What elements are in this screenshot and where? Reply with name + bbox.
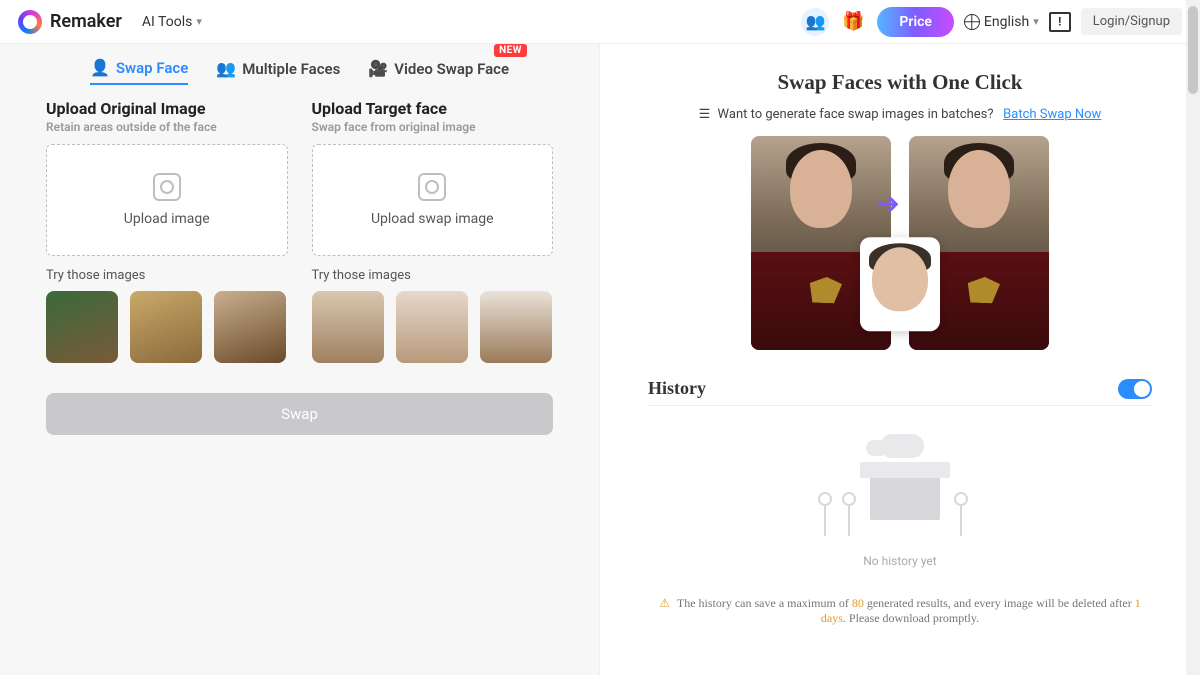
chevron-down-icon: ▾ (1033, 15, 1039, 28)
header: Remaker AI Tools ▾ 👥 🎁 Price English ▾ L… (0, 0, 1200, 44)
sample-thumb[interactable] (214, 291, 286, 363)
right-title: Swap Faces with One Click (600, 70, 1200, 95)
batch-swap-link[interactable]: Batch Swap Now (1003, 107, 1101, 122)
sample-thumb[interactable] (130, 291, 202, 363)
globe-icon (964, 14, 980, 30)
people-icon: 👥 (216, 59, 236, 78)
history-title: History (648, 378, 706, 399)
login-button[interactable]: Login/Signup (1081, 8, 1182, 35)
gift-icon[interactable]: 🎁 (839, 8, 867, 36)
history-toggle[interactable] (1118, 379, 1152, 399)
history-note: ⚠ The history can save a maximum of 80 g… (648, 596, 1152, 626)
dropzone-label: Upload image (124, 211, 210, 227)
community-icon[interactable]: 👥 (801, 8, 829, 36)
dropzone-target[interactable]: Upload swap image (312, 144, 554, 256)
feedback-icon[interactable] (1049, 12, 1071, 32)
tab-label: Video Swap Face (394, 60, 509, 78)
panel-title: Upload Original Image (46, 99, 288, 118)
ai-tools-dropdown[interactable]: AI Tools ▾ (142, 14, 202, 30)
sample-thumb[interactable] (480, 291, 552, 363)
header-right: 👥 🎁 Price English ▾ Login/Signup (801, 7, 1182, 37)
sample-thumb[interactable] (312, 291, 384, 363)
swap-button[interactable]: Swap (46, 393, 553, 435)
batch-text: Want to generate face swap images in bat… (718, 107, 994, 122)
upload-icon (153, 173, 181, 201)
empty-illustration (810, 434, 990, 544)
history-header: History (648, 378, 1152, 406)
sample-thumb[interactable] (46, 291, 118, 363)
sample-thumb[interactable] (396, 291, 468, 363)
logo-icon (18, 10, 42, 34)
tab-swap-face[interactable]: 👤 Swap Face (90, 58, 188, 85)
no-history-text: No history yet (863, 554, 936, 568)
sample-thumbs-original (46, 291, 288, 363)
scrollbar-thumb[interactable] (1188, 6, 1198, 94)
batch-prompt: ☰ Want to generate face swap images in b… (600, 107, 1200, 122)
panel-target: Upload Target face Swap face from origin… (312, 99, 554, 363)
upload-panels: Upload Original Image Retain areas outsi… (0, 95, 599, 363)
tab-label: Multiple Faces (242, 60, 340, 78)
warning-icon: ⚠ (659, 596, 670, 610)
panel-subtitle: Retain areas outside of the face (46, 120, 288, 134)
upload-icon (418, 173, 446, 201)
hero-face-overlay (860, 237, 940, 331)
price-button[interactable]: Price (877, 7, 954, 37)
panel-title: Upload Target face (312, 99, 554, 118)
language-label: English (984, 14, 1029, 30)
panel-original: Upload Original Image Retain areas outsi… (46, 99, 288, 363)
history-empty-state: No history yet (600, 434, 1200, 568)
try-label: Try those images (312, 268, 554, 283)
try-label: Try those images (46, 268, 288, 283)
tab-video-swap[interactable]: 🎥 Video Swap Face NEW (368, 58, 509, 85)
brand[interactable]: Remaker (18, 10, 122, 34)
mode-tabs: 👤 Swap Face 👥 Multiple Faces 🎥 Video Swa… (0, 44, 599, 95)
left-panel: 👤 Swap Face 👥 Multiple Faces 🎥 Video Swa… (0, 44, 600, 675)
person-icon: 👤 (90, 58, 110, 77)
stack-icon: ☰ (699, 107, 711, 122)
right-panel: Swap Faces with One Click ☰ Want to gene… (600, 44, 1200, 675)
language-dropdown[interactable]: English ▾ (964, 14, 1039, 30)
sample-thumbs-target (312, 291, 554, 363)
hero-demo: ➔ (600, 136, 1200, 350)
video-icon: 🎥 (368, 59, 388, 78)
main: 👤 Swap Face 👥 Multiple Faces 🎥 Video Swa… (0, 44, 1200, 675)
panel-subtitle: Swap face from original image (312, 120, 554, 134)
arrow-icon: ➔ (876, 187, 899, 220)
chevron-down-icon: ▾ (196, 15, 202, 28)
ai-tools-label: AI Tools (142, 14, 192, 30)
brand-text: Remaker (50, 11, 122, 32)
scrollbar[interactable] (1186, 0, 1200, 675)
tab-multiple-faces[interactable]: 👥 Multiple Faces (216, 58, 340, 85)
dropzone-original[interactable]: Upload image (46, 144, 288, 256)
new-badge: NEW (494, 44, 527, 57)
dropzone-label: Upload swap image (371, 211, 494, 227)
tab-label: Swap Face (116, 59, 188, 77)
